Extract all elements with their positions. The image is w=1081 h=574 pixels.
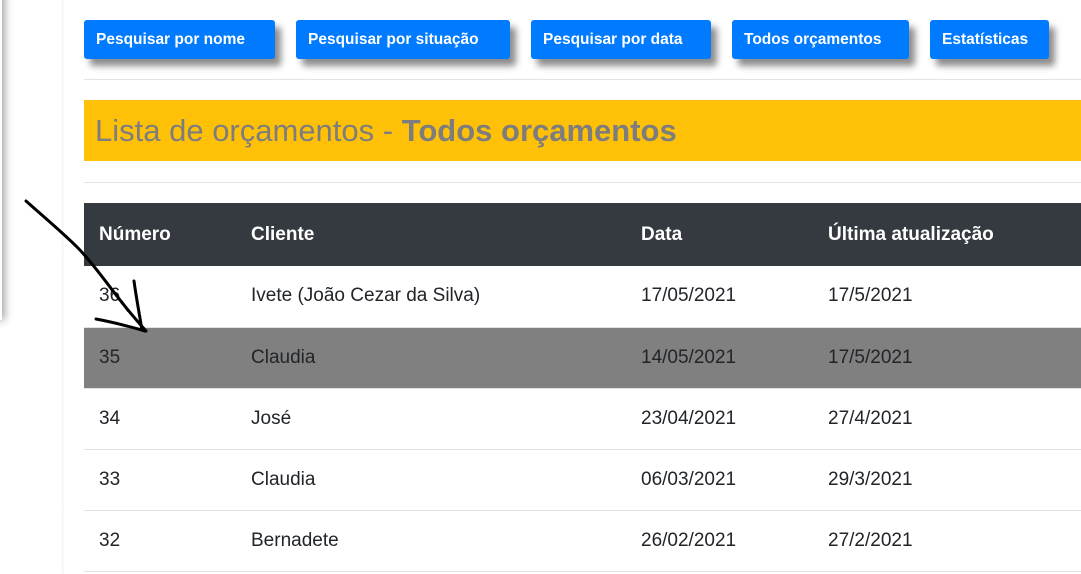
cell-cliente: Claudia: [236, 449, 626, 511]
cell-data: 17/05/2021: [626, 266, 813, 328]
cell-numero: 33: [84, 449, 236, 511]
cell-atualizacao: 27/2/2021: [813, 510, 1081, 572]
search-by-status-button[interactable]: Pesquisar por situação: [296, 20, 510, 59]
page-title-emphasis: Todos orçamentos: [401, 112, 677, 148]
cell-cliente: Claudia: [236, 327, 626, 389]
cell-data: 23/04/2021: [626, 388, 813, 450]
statistics-button[interactable]: Estatísticas: [930, 20, 1049, 59]
cell-cliente: José: [236, 388, 626, 450]
column-header-ultima-atualizacao[interactable]: Última atualização: [813, 203, 1081, 266]
divider-top: [84, 79, 1081, 80]
cell-cliente: Bernadete: [236, 510, 626, 572]
cell-numero: 35: [84, 327, 236, 389]
cell-data: 14/05/2021: [626, 327, 813, 389]
cell-atualizacao: 17/5/2021: [813, 266, 1081, 328]
search-by-date-button[interactable]: Pesquisar por data: [531, 20, 711, 59]
cell-cliente: Ivete (João Cezar da Silva): [236, 266, 626, 328]
cell-numero: 32: [84, 510, 236, 572]
search-toolbar: Pesquisar por nome Pesquisar por situaçã…: [84, 20, 1049, 59]
table-row[interactable]: 33 Claudia 06/03/2021 29/3/2021: [84, 449, 1081, 511]
table-header-row: Número Cliente Data Última atualização: [84, 203, 1081, 266]
column-header-data[interactable]: Data: [626, 203, 813, 266]
table-row-selected[interactable]: 35 Claudia 14/05/2021 17/5/2021: [84, 327, 1081, 389]
budgets-table: Número Cliente Data Última atualização 3…: [84, 203, 1081, 572]
cell-data: 06/03/2021: [626, 449, 813, 511]
cell-numero: 36: [84, 266, 236, 328]
divider-bottom: [84, 182, 1081, 183]
content-edge: [62, 0, 64, 574]
collapsed-side-panel[interactable]: [0, 0, 2, 320]
cell-atualizacao: 17/5/2021: [813, 327, 1081, 389]
all-budgets-button[interactable]: Todos orçamentos: [732, 20, 909, 59]
search-by-name-button[interactable]: Pesquisar por nome: [84, 20, 275, 59]
column-header-numero[interactable]: Número: [84, 203, 236, 266]
cell-numero: 34: [84, 388, 236, 450]
table-row[interactable]: 32 Bernadete 26/02/2021 27/2/2021: [84, 510, 1081, 572]
cell-atualizacao: 27/4/2021: [813, 388, 1081, 450]
page-title: Lista de orçamentos - Todos orçamentos: [84, 100, 1081, 161]
page: Pesquisar por nome Pesquisar por situaçã…: [0, 0, 1081, 574]
column-header-cliente[interactable]: Cliente: [236, 203, 626, 266]
cell-atualizacao: 29/3/2021: [813, 449, 1081, 511]
page-title-prefix: Lista de orçamentos -: [95, 112, 394, 148]
table-row[interactable]: 36 Ivete (João Cezar da Silva) 17/05/202…: [84, 266, 1081, 328]
table-row[interactable]: 34 José 23/04/2021 27/4/2021: [84, 388, 1081, 450]
cell-data: 26/02/2021: [626, 510, 813, 572]
